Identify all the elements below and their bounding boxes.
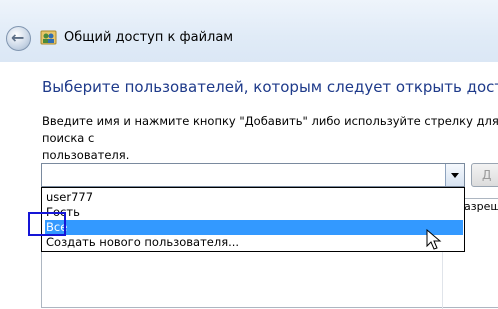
dropdown-item-user777[interactable]: user777 [45, 190, 463, 205]
highlight-box [28, 212, 66, 236]
dropdown-arrow-button[interactable] [445, 164, 464, 186]
dropdown-item-guest[interactable]: Гость [45, 205, 463, 220]
window-title: Общий доступ к файлам [64, 30, 234, 45]
page-heading: Выберите пользователей, которым следует … [42, 78, 498, 96]
permission-column-header[interactable]: азреш [464, 200, 498, 213]
back-button[interactable]: ← [6, 26, 31, 51]
dropdown-item-everyone[interactable]: Все [45, 220, 463, 235]
mouse-pointer-icon [426, 229, 442, 250]
back-arrow-icon: ← [11, 28, 25, 47]
user-name-combobox[interactable] [41, 163, 465, 187]
users-icon [40, 30, 57, 45]
window-titlebar: ← Общий доступ к файлам [0, 0, 498, 62]
dropdown-item-create-new-user[interactable]: Создать нового пользователя... [45, 235, 463, 250]
users-dropdown-list[interactable]: user777 Гость Все Создать нового пользов… [41, 187, 465, 252]
add-button[interactable]: Д [471, 163, 498, 187]
instruction-text: Введите имя и нажмите кнопку "Добавить" … [42, 114, 498, 162]
